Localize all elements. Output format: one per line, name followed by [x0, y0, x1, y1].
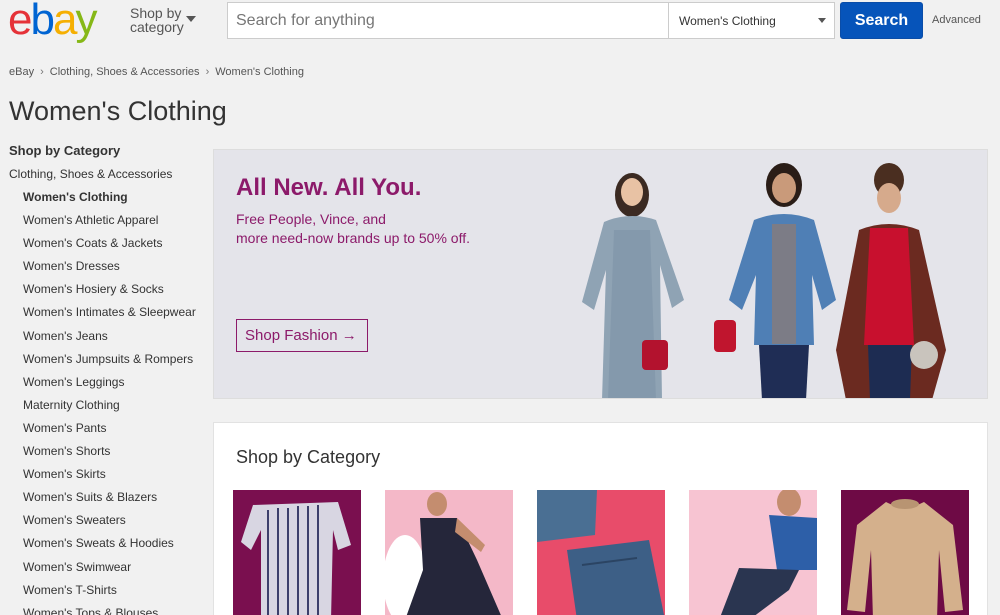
- shop-by-label: Shop by: [130, 5, 182, 21]
- sidebar-heading: Shop by Category: [9, 143, 121, 158]
- sidebar-item-jeans[interactable]: Women's Jeans: [9, 328, 209, 351]
- breadcrumb-item[interactable]: eBay: [9, 66, 34, 78]
- sidebar-item-skirts[interactable]: Women's Skirts: [9, 466, 209, 489]
- sidebar: Shop by Category Clothing, Shoes & Acces…: [9, 143, 209, 615]
- page-title: Women's Clothing: [9, 96, 227, 126]
- jeans-tile[interactable]: [537, 490, 665, 615]
- chevron-down-icon: [818, 18, 826, 23]
- banner-title: All New. All You.: [236, 174, 422, 201]
- breadcrumb-separator-icon: ›: [40, 66, 44, 78]
- sidebar-item-maternity[interactable]: Maternity Clothing: [9, 397, 209, 420]
- sidebar-item-pants[interactable]: Women's Pants: [9, 420, 209, 443]
- sidebar-item-athletic-apparel[interactable]: Women's Athletic Apparel: [9, 212, 209, 235]
- promo-banner[interactable]: All New. All You. Free People, Vince, an…: [213, 149, 988, 399]
- breadcrumb-item-current: Women's Clothing: [215, 66, 304, 78]
- category-select[interactable]: Women's Clothing: [668, 3, 834, 38]
- striped-top-tile[interactable]: [233, 490, 361, 615]
- search-button[interactable]: Search: [840, 2, 923, 39]
- sidebar-list: Women's Clothing Women's Athletic Appare…: [9, 189, 209, 615]
- sidebar-item-dresses[interactable]: Women's Dresses: [9, 258, 209, 281]
- models-image: [582, 163, 946, 398]
- search-input[interactable]: [228, 3, 668, 38]
- sidebar-item-swimwear[interactable]: Women's Swimwear: [9, 559, 209, 582]
- advanced-search-link[interactable]: Advanced: [932, 14, 981, 26]
- sidebar-item-intimates-sleepwear[interactable]: Women's Intimates & Sleepwear: [9, 304, 209, 327]
- sidebar-item-sweaters[interactable]: Women's Sweaters: [9, 512, 209, 535]
- sidebar-item-womens-clothing[interactable]: Women's Clothing: [9, 189, 209, 212]
- sidebar-item-jumpsuits-rompers[interactable]: Women's Jumpsuits & Rompers: [9, 351, 209, 374]
- sidebar-item-leggings[interactable]: Women's Leggings: [9, 374, 209, 397]
- sidebar-item-hosiery-socks[interactable]: Women's Hosiery & Socks: [9, 281, 209, 304]
- dress-tile[interactable]: [385, 490, 513, 615]
- category-label: category: [130, 19, 184, 35]
- breadcrumb-separator-icon: ›: [205, 66, 210, 78]
- ebay-logo[interactable]: ebay: [8, 0, 97, 42]
- breadcrumb: eBay › Clothing, Shoes & Accessories › Women…: [9, 66, 304, 78]
- sidebar-item-shorts[interactable]: Women's Shorts: [9, 443, 209, 466]
- sidebar-item-coats-jackets[interactable]: Women's Coats & Jackets: [9, 235, 209, 258]
- header: ebay Shop by category Women's Clothing S…: [0, 0, 1000, 42]
- sidebar-item-tops-blouses[interactable]: Women's Tops & Blouses: [9, 605, 209, 615]
- sidebar-item-t-shirts[interactable]: Women's T-Shirts: [9, 582, 209, 605]
- athletic-tile[interactable]: [689, 490, 817, 615]
- search-bar: Women's Clothing: [227, 2, 835, 39]
- arrow-right-icon: →: [341, 327, 357, 344]
- category-select-value: Women's Clothing: [679, 14, 776, 28]
- sidebar-item-suits-blazers[interactable]: Women's Suits & Blazers: [9, 489, 209, 512]
- banner-subtitle: Free People, Vince, and more need-now br…: [236, 211, 471, 246]
- breadcrumb-item[interactable]: Clothing, Shoes & Accessories: [50, 66, 200, 78]
- shop-fashion-button[interactable]: Shop Fashion →: [236, 319, 368, 352]
- shop-by-category-button[interactable]: Shop by category: [130, 5, 196, 35]
- sweater-tile[interactable]: [841, 490, 969, 615]
- sidebar-item-sweats-hoodies[interactable]: Women's Sweats & Hoodies: [9, 535, 209, 558]
- section-title: Shop by Category: [236, 447, 381, 467]
- chevron-down-icon: [186, 16, 196, 22]
- sidebar-parent-category[interactable]: Clothing, Shoes & Accessories: [9, 167, 209, 189]
- shop-by-category-section: Shop by Category: [213, 422, 988, 615]
